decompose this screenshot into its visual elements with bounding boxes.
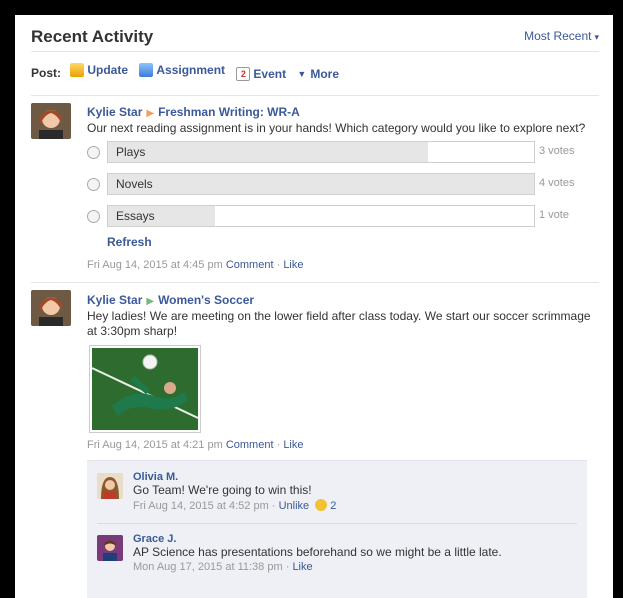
poll-option[interactable]: Plays 3 votes <box>87 141 587 163</box>
radio-button[interactable] <box>87 178 100 191</box>
post-update-label: Update <box>87 63 129 77</box>
page-title: Recent Activity <box>31 27 154 46</box>
comment-timestamp: Mon Aug 17, 2015 at 11:38 pm <box>133 561 283 573</box>
comment: Grace J. AP Science has presentations be… <box>133 533 573 573</box>
post-bar: Post: Update Assignment 2 Event ▼ More <box>31 63 347 81</box>
poll-votes: 1 vote <box>539 209 569 221</box>
avatar[interactable] <box>31 103 71 139</box>
post-author-link[interactable]: Kylie Star <box>87 105 142 119</box>
post-2: Kylie Star ▶ Women's Soccer Hey ladies! We… <box>87 293 602 339</box>
poll-option-label: Novels <box>116 177 153 191</box>
comment-divider <box>97 523 577 524</box>
post-more-button[interactable]: ▼ More <box>297 67 339 81</box>
comment-link[interactable]: Comment <box>226 439 274 451</box>
post-text: Our next reading assignment is in your h… <box>87 121 586 135</box>
assignment-icon <box>139 63 154 77</box>
activity-header: Recent Activity Most Recent ▾ <box>31 27 599 53</box>
divider <box>31 282 599 283</box>
caret-down-icon: ▾ <box>594 32 599 42</box>
sort-label: Most Recent <box>524 29 592 43</box>
arrow-right-icon: ▶ <box>146 296 155 307</box>
radio-button[interactable] <box>87 146 100 159</box>
avatar[interactable] <box>97 473 123 499</box>
post-assignment-button[interactable]: Assignment <box>139 63 225 77</box>
smiley-like-icon <box>315 499 328 511</box>
poll-votes: 4 votes <box>539 177 575 189</box>
post-text-line-1: Hey ladies! We are meeting on the lower … <box>87 309 591 323</box>
like-link[interactable]: Like <box>283 439 303 451</box>
comment-author-link[interactable]: Olivia M. <box>133 471 573 483</box>
calendar-icon: 2 <box>236 67 251 81</box>
post-more-label: More <box>310 67 340 81</box>
caret-down-icon: ▼ <box>297 69 307 79</box>
comments-list: Olivia M. Go Team! We're going to win th… <box>87 460 587 598</box>
post-update-button[interactable]: Update <box>70 63 128 77</box>
comment: Olivia M. Go Team! We're going to win th… <box>133 471 573 512</box>
poll-bar-fill <box>108 174 534 194</box>
unlike-link[interactable]: Unlike <box>279 500 310 512</box>
separator: · <box>276 259 281 271</box>
post-assignment-label: Assignment <box>156 63 226 77</box>
post-event-button[interactable]: 2 Event <box>236 67 286 81</box>
poll-bar: Plays <box>107 141 535 163</box>
separator: · <box>285 561 290 573</box>
separator: · <box>271 500 276 512</box>
post-group-link[interactable]: Women's Soccer <box>158 293 254 307</box>
comment-timestamp: Fri Aug 14, 2015 at 4:52 pm <box>133 500 269 512</box>
refresh-link[interactable]: Refresh <box>107 235 152 249</box>
activity-panel: Recent Activity Most Recent ▾ Post: Updat… <box>15 15 613 598</box>
like-count[interactable]: 2 <box>330 500 336 512</box>
like-link[interactable]: Like <box>292 561 312 573</box>
comment-text: Go Team! We're going to win this! <box>133 483 312 497</box>
post-event-label: Event <box>253 67 287 81</box>
pencil-note-icon <box>70 63 85 77</box>
post-meta: Fri Aug 14, 2015 at 4:45 pm Comment · Li… <box>87 259 304 271</box>
avatar[interactable] <box>31 290 71 326</box>
like-link[interactable]: Like <box>283 259 303 271</box>
sort-dropdown[interactable]: Most Recent ▾ <box>524 29 599 43</box>
post-label: Post: <box>31 66 61 80</box>
radio-button[interactable] <box>87 210 100 223</box>
post-photo[interactable] <box>89 345 201 433</box>
avatar[interactable] <box>97 535 123 561</box>
post-group-link[interactable]: Freshman Writing: WR-A <box>158 105 300 119</box>
header-divider <box>31 51 599 52</box>
poll-option[interactable]: Essays 1 vote <box>87 205 587 227</box>
poll-bar: Novels <box>107 173 535 195</box>
comment-meta: Mon Aug 17, 2015 at 11:38 pm · Like <box>133 561 573 573</box>
comment-link[interactable]: Comment <box>226 259 274 271</box>
separator: · <box>276 439 281 451</box>
poll-option-label: Plays <box>116 145 146 159</box>
arrow-right-icon: ▶ <box>146 108 155 119</box>
poll-option[interactable]: Novels 4 votes <box>87 173 587 195</box>
comment-author-link[interactable]: Grace J. <box>133 533 573 545</box>
post-text-line-2: at 3:30pm sharp! <box>87 324 178 338</box>
poll-bar-fill <box>108 142 428 162</box>
comment-meta: Fri Aug 14, 2015 at 4:52 pm · Unlike 2 <box>133 499 573 512</box>
poll-option-label: Essays <box>116 209 155 223</box>
post-1: Kylie Star ▶ Freshman Writing: WR-A Our ne… <box>87 105 597 136</box>
post-author-link[interactable]: Kylie Star <box>87 293 142 307</box>
post-meta: Fri Aug 14, 2015 at 4:21 pm Comment · Li… <box>87 439 304 451</box>
soccer-photo <box>92 348 198 430</box>
post-timestamp: Fri Aug 14, 2015 at 4:45 pm <box>87 259 223 271</box>
poll-bar: Essays <box>107 205 535 227</box>
comment-text: AP Science has presentations beforehand … <box>133 545 502 559</box>
poll-votes: 3 votes <box>539 145 575 157</box>
divider <box>31 95 599 96</box>
post-timestamp: Fri Aug 14, 2015 at 4:21 pm <box>87 439 223 451</box>
